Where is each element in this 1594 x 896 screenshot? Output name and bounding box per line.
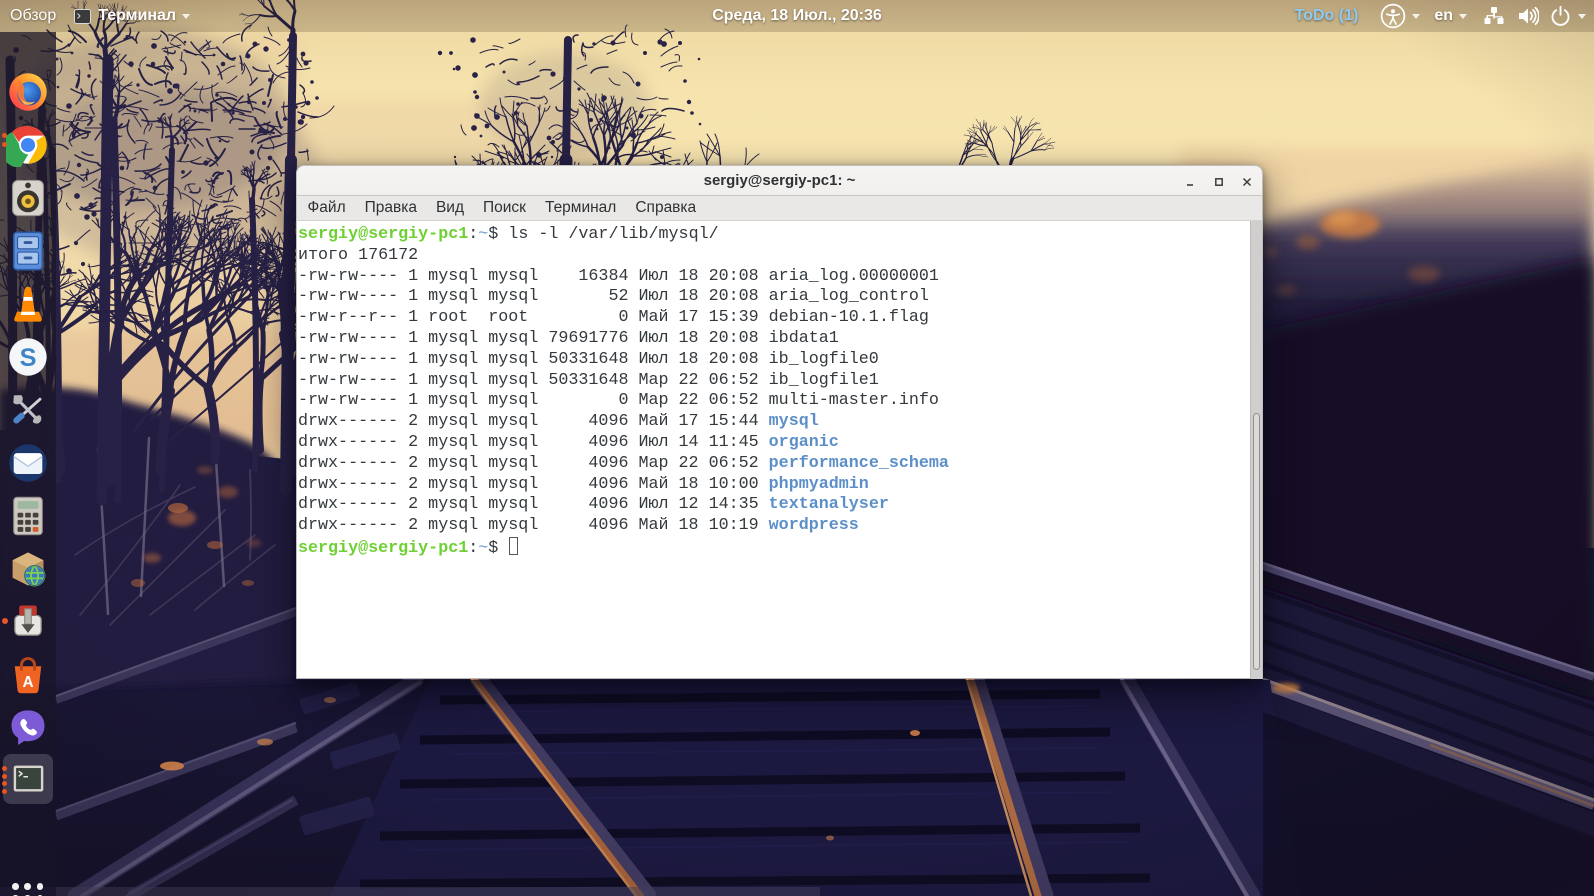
svg-text:A: A [22, 674, 33, 691]
svg-text:S: S [20, 344, 37, 372]
